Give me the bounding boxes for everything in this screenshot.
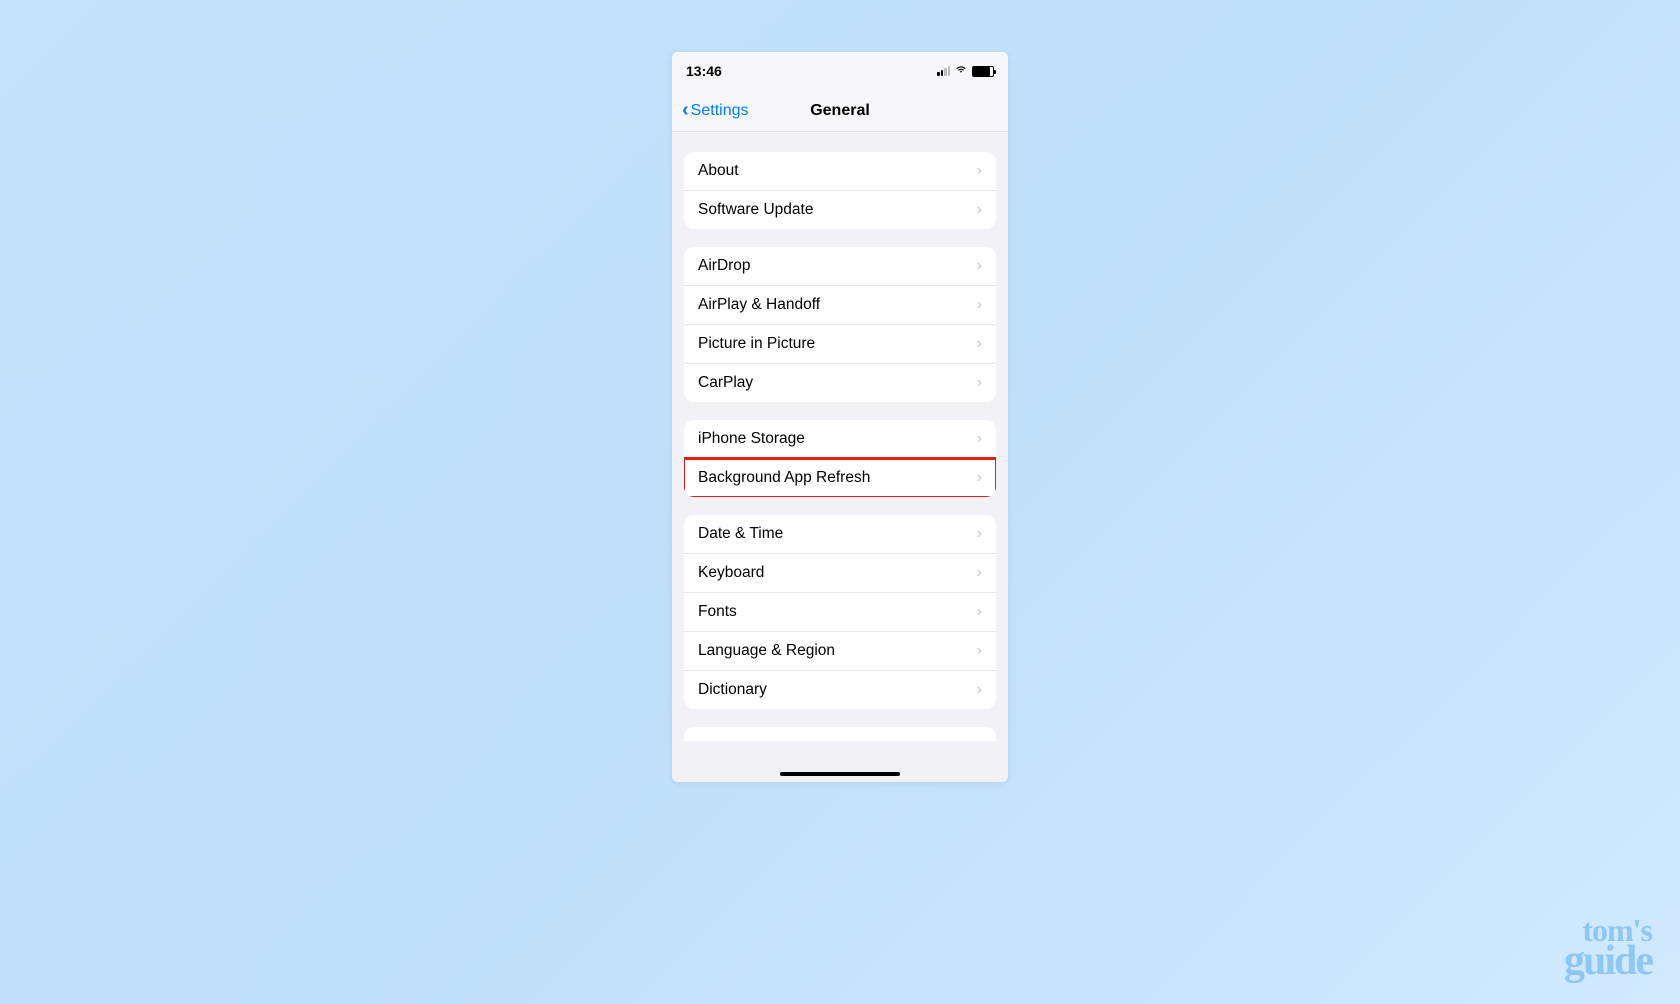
row-date-time[interactable]: Date & Time ›: [684, 515, 996, 554]
row-label: iPhone Storage: [698, 430, 805, 448]
back-label: Settings: [691, 102, 749, 120]
row-label: About: [698, 162, 739, 180]
row-carplay[interactable]: CarPlay ›: [684, 364, 996, 402]
chevron-right-icon: ›: [977, 681, 982, 699]
chevron-right-icon: ›: [977, 374, 982, 392]
row-iphone-storage[interactable]: iPhone Storage ›: [684, 420, 996, 459]
back-button[interactable]: ‹ Settings: [682, 99, 748, 122]
row-software-update[interactable]: Software Update ›: [684, 191, 996, 229]
chevron-right-icon: ›: [977, 603, 982, 621]
row-label: Fonts: [698, 603, 737, 621]
chevron-right-icon: ›: [977, 201, 982, 219]
battery-icon: [972, 66, 994, 77]
cellular-signal-icon: [937, 66, 950, 76]
row-label: AirDrop: [698, 257, 751, 275]
home-indicator[interactable]: [780, 772, 900, 776]
chevron-right-icon: ›: [977, 162, 982, 180]
row-label: Dictionary: [698, 681, 767, 699]
row-dictionary[interactable]: Dictionary ›: [684, 671, 996, 709]
phone-screen: 13:46 ‹ Settings General About›Software …: [672, 52, 1008, 782]
chevron-right-icon: ›: [977, 335, 982, 353]
page-title: General: [810, 102, 870, 120]
wifi-icon: [954, 62, 968, 81]
row-label: Date & Time: [698, 525, 783, 543]
status-time: 13:46: [686, 63, 722, 79]
row-label: CarPlay: [698, 374, 753, 392]
chevron-right-icon: ›: [977, 642, 982, 660]
row-language-region[interactable]: Language & Region ›: [684, 632, 996, 671]
row-airdrop[interactable]: AirDrop ›: [684, 247, 996, 286]
status-bar: 13:46: [672, 52, 1008, 90]
row-label: Background App Refresh: [698, 469, 870, 487]
row-background-app-refresh[interactable]: Background App Refresh ›: [684, 459, 996, 497]
row-label: Language & Region: [698, 642, 835, 660]
status-icons: [937, 62, 994, 81]
settings-content[interactable]: About›Software Update›AirDrop›AirPlay & …: [672, 132, 1008, 782]
row-keyboard[interactable]: Keyboard ›: [684, 554, 996, 593]
row-partial[interactable]: [684, 727, 996, 741]
chevron-right-icon: ›: [977, 296, 982, 314]
row-label: AirPlay & Handoff: [698, 296, 820, 314]
section-connectivity: AirDrop›AirPlay & Handoff›Picture in Pic…: [684, 247, 996, 402]
row-picture-in-picture[interactable]: Picture in Picture ›: [684, 325, 996, 364]
navigation-bar: ‹ Settings General: [672, 90, 1008, 132]
chevron-right-icon: ›: [977, 564, 982, 582]
row-label: Picture in Picture: [698, 335, 815, 353]
row-label: Keyboard: [698, 564, 764, 582]
chevron-right-icon: ›: [977, 257, 982, 275]
chevron-right-icon: ›: [977, 525, 982, 543]
section-system: Date & Time›Keyboard›Fonts›Language & Re…: [684, 515, 996, 709]
chevron-right-icon: ›: [977, 469, 982, 487]
row-fonts[interactable]: Fonts ›: [684, 593, 996, 632]
chevron-left-icon: ‹: [682, 99, 689, 122]
chevron-right-icon: ›: [977, 430, 982, 448]
row-airplay-handoff[interactable]: AirPlay & Handoff ›: [684, 286, 996, 325]
row-label: Software Update: [698, 201, 813, 219]
section-storage: iPhone Storage › Background App Refresh ›: [684, 420, 996, 497]
watermark-logo: tom's guide: [1564, 917, 1652, 980]
section-partial: [684, 727, 996, 741]
row-about[interactable]: About ›: [684, 152, 996, 191]
section-info: About › Software Update ›: [684, 152, 996, 229]
